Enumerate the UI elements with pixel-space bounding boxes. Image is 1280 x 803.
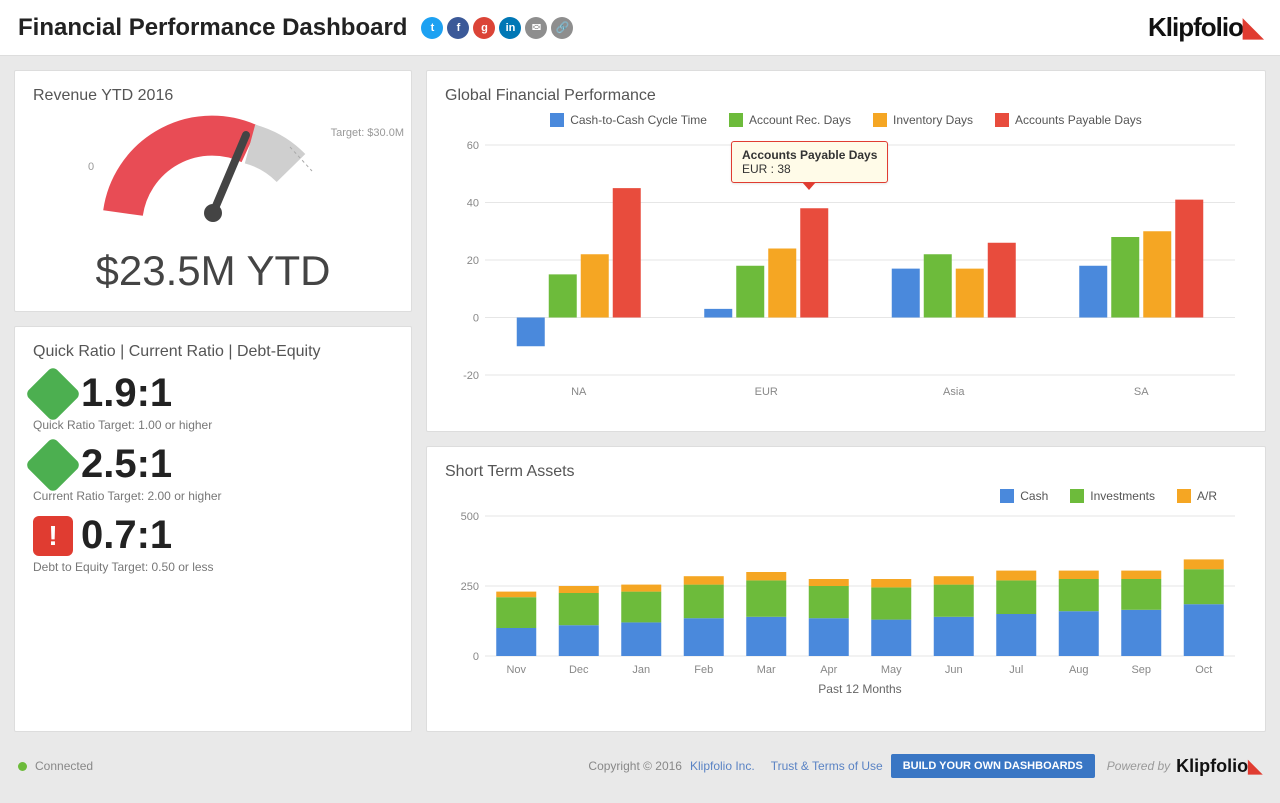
current-ratio-note: Current Ratio Target: 2.00 or higher <box>33 489 393 503</box>
twitter-icon[interactable]: t <box>421 17 443 39</box>
revenue-title: Revenue YTD 2016 <box>33 87 393 105</box>
short-assets-card: Short Term Assets CashInvestmentsA/R 0 25… <box>426 446 1266 732</box>
cta-button[interactable]: BUILD YOUR OWN DASHBOARDS <box>891 754 1095 778</box>
company-link[interactable]: Klipfolio Inc. <box>690 759 755 773</box>
svg-text:Feb: Feb <box>694 664 713 676</box>
svg-text:Jan: Jan <box>632 664 650 676</box>
svg-text:500: 500 <box>461 511 479 523</box>
svg-text:0: 0 <box>473 651 479 663</box>
short-chart[interactable]: 0 250 500 Nov Dec Jan Feb Mar Apr May Jun Jul Aug Sep… <box>445 511 1247 706</box>
footer: Connected Copyright © 2016 Klipfolio Inc… <box>0 746 1280 786</box>
global-legend: Cash-to-Cash Cycle TimeAccount Rec. Days… <box>445 113 1247 127</box>
svg-text:0: 0 <box>473 313 479 325</box>
social-share: t f g in ✉ 🔗 <box>421 17 573 39</box>
debt-ratio-row: ! 0.7:1 <box>33 513 393 558</box>
ratios-title: Quick Ratio | Current Ratio | Debt-Equit… <box>33 343 393 361</box>
debt-ratio-note: Debt to Equity Target: 0.50 or less <box>33 560 393 574</box>
page-title: Financial Performance Dashboard <box>18 14 407 42</box>
gauge-target-label: Target: $30.0M <box>331 127 404 139</box>
email-icon[interactable]: ✉ <box>525 17 547 39</box>
svg-text:Past 12 Months: Past 12 Months <box>818 682 901 696</box>
svg-text:20: 20 <box>467 255 479 267</box>
svg-text:SA: SA <box>1134 386 1149 398</box>
svg-text:EUR: EUR <box>755 386 778 398</box>
svg-text:Aug: Aug <box>1069 664 1089 676</box>
header: Financial Performance Dashboard t f g in… <box>0 0 1280 56</box>
revenue-card: Revenue YTD 2016 0 Target: $30.0M <box>14 70 412 312</box>
chart-tooltip: Accounts Payable Days EUR : 38 <box>731 141 888 183</box>
svg-text:NA: NA <box>571 386 587 398</box>
status-alert-icon: ! <box>33 516 73 556</box>
revenue-gauge: 0 Target: $30.0M <box>78 113 348 243</box>
powered-by-label: Powered by <box>1107 759 1170 773</box>
connection-status: Connected <box>35 759 93 773</box>
footer-brand: Klipfolio◣ <box>1176 756 1262 777</box>
svg-text:Mar: Mar <box>757 664 776 676</box>
main-content: Revenue YTD 2016 0 Target: $30.0M <box>0 56 1280 746</box>
status-dot-icon <box>18 762 27 771</box>
debt-ratio-value: 0.7:1 <box>81 513 172 558</box>
quick-ratio-note: Quick Ratio Target: 1.00 or higher <box>33 418 393 432</box>
svg-text:Apr: Apr <box>820 664 837 676</box>
current-ratio-value: 2.5:1 <box>81 442 172 487</box>
linkedin-icon[interactable]: in <box>499 17 521 39</box>
svg-text:Dec: Dec <box>569 664 589 676</box>
svg-text:250: 250 <box>461 581 479 593</box>
terms-link[interactable]: Trust & Terms of Use <box>771 759 883 773</box>
facebook-icon[interactable]: f <box>447 17 469 39</box>
status-ok-icon <box>25 436 82 493</box>
svg-text:Sep: Sep <box>1131 664 1151 676</box>
global-perf-title: Global Financial Performance <box>445 87 1247 105</box>
short-assets-title: Short Term Assets <box>445 463 1247 481</box>
current-ratio-row: 2.5:1 <box>33 442 393 487</box>
copyright-text: Copyright © 2016 <box>588 759 682 773</box>
revenue-value: $23.5M YTD <box>33 247 393 295</box>
svg-text:60: 60 <box>467 140 479 152</box>
quick-ratio-row: 1.9:1 <box>33 371 393 416</box>
svg-text:-20: -20 <box>463 370 479 382</box>
googleplus-icon[interactable]: g <box>473 17 495 39</box>
svg-text:Jun: Jun <box>945 664 963 676</box>
status-ok-icon <box>25 365 82 422</box>
svg-text:Jul: Jul <box>1009 664 1023 676</box>
svg-text:Oct: Oct <box>1195 664 1212 676</box>
global-perf-card: Global Financial Performance Cash-to-Cas… <box>426 70 1266 432</box>
global-chart[interactable]: -20 0 20 40 60 NA EUR Asia SA Accounts Payable D… <box>445 135 1247 410</box>
quick-ratio-value: 1.9:1 <box>81 371 172 416</box>
svg-text:Nov: Nov <box>506 664 526 676</box>
link-icon[interactable]: 🔗 <box>551 17 573 39</box>
brand-logo: Klipfolio◣ <box>1148 12 1262 43</box>
svg-text:40: 40 <box>467 198 479 210</box>
ratios-card: Quick Ratio | Current Ratio | Debt-Equit… <box>14 326 412 732</box>
svg-text:Asia: Asia <box>943 386 965 398</box>
short-legend: CashInvestmentsA/R <box>445 489 1247 503</box>
gauge-min-label: 0 <box>88 161 94 173</box>
svg-text:May: May <box>881 664 902 676</box>
